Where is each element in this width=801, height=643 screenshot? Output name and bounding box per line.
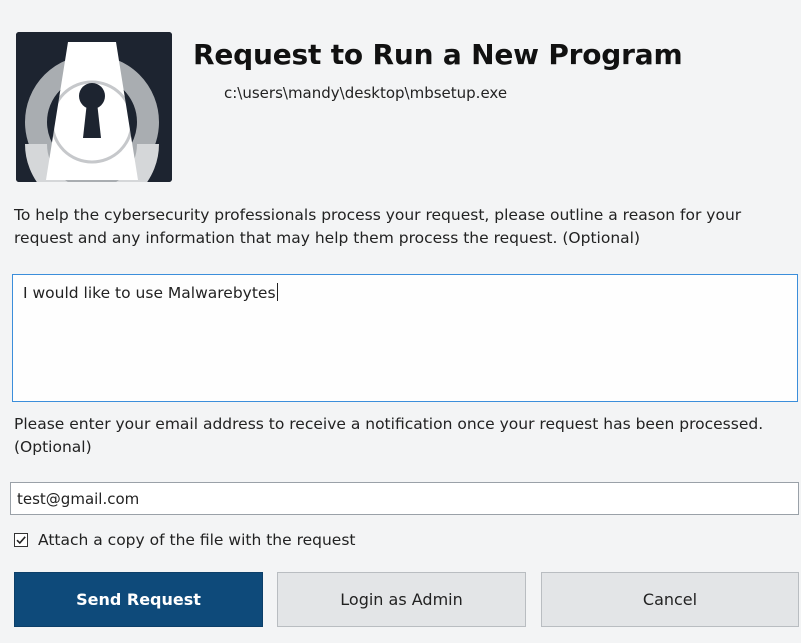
request-dialog: Request to Run a New Program c:\users\ma… (0, 0, 801, 643)
attach-checkbox[interactable] (14, 533, 28, 547)
login-as-admin-button[interactable]: Login as Admin (277, 572, 526, 627)
reason-text: I would like to use Malwarebytes (23, 284, 276, 302)
dialog-title: Request to Run a New Program (193, 38, 683, 71)
text-caret (276, 283, 278, 301)
email-field[interactable] (10, 482, 799, 515)
attach-file-option[interactable]: Attach a copy of the file with the reque… (14, 531, 356, 549)
cancel-button[interactable]: Cancel (541, 572, 799, 627)
app-logo (16, 32, 172, 182)
attach-label: Attach a copy of the file with the reque… (38, 531, 356, 549)
reason-instructions: To help the cybersecurity professionals … (14, 206, 742, 247)
checkmark-icon (16, 536, 26, 545)
reason-textarea[interactable]: I would like to use Malwarebytes (12, 274, 798, 402)
send-request-button[interactable]: Send Request (14, 572, 263, 627)
keyhole-lock-icon (16, 32, 172, 182)
email-instructions: Please enter your email address to recei… (14, 415, 764, 456)
file-path: c:\users\mandy\desktop\mbsetup.exe (224, 84, 508, 102)
